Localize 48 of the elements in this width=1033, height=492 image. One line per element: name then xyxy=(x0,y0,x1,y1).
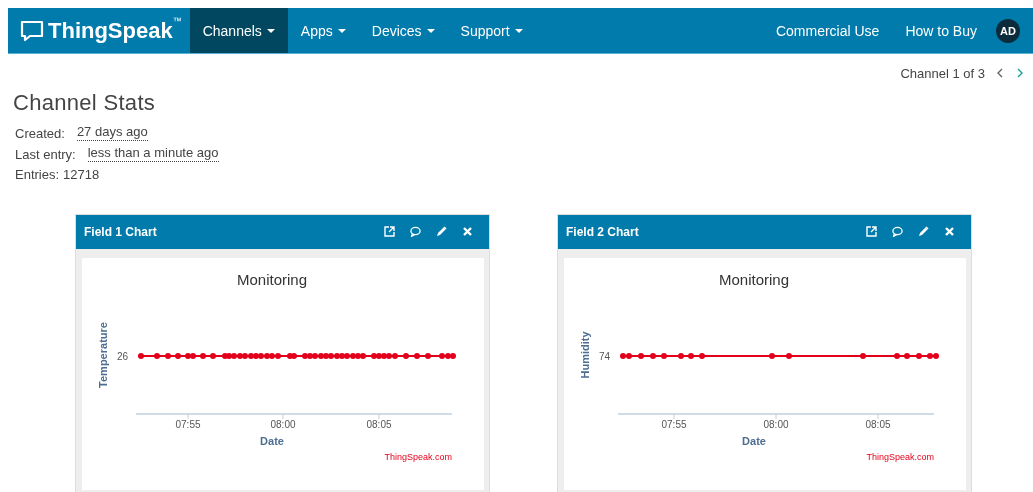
x-tick-label: 08:00 xyxy=(763,418,789,430)
nav-menu[interactable]: Apps xyxy=(287,8,359,53)
external-link-icon[interactable] xyxy=(866,226,877,237)
user-avatar[interactable]: AD xyxy=(996,18,1020,43)
nav-link[interactable]: Commercial Use xyxy=(762,8,893,53)
pencil-icon[interactable] xyxy=(918,226,929,237)
y-value-label: 26 xyxy=(116,350,128,362)
chart-credit: ThingSpeak.com xyxy=(866,451,934,462)
nav-menu[interactable]: Support xyxy=(447,8,536,53)
x-tick-label: 07:55 xyxy=(661,418,687,430)
brand-logo[interactable]: ThingSpeak$^{™}$ xyxy=(48,17,182,44)
nav-link[interactable]: How to Buy xyxy=(892,8,990,53)
external-link-icon[interactable] xyxy=(384,226,395,237)
y-value-label: 74 xyxy=(598,350,610,362)
caret-icon xyxy=(514,28,523,33)
close-icon[interactable] xyxy=(944,226,955,237)
x-axis-label: Date xyxy=(260,434,284,447)
pencil-icon[interactable] xyxy=(436,226,447,237)
stat-label: Last entry: xyxy=(15,145,76,164)
nav-menu[interactable]: Channels xyxy=(189,8,288,53)
y-axis-label: Humidity xyxy=(579,330,591,379)
stat-label: Created: xyxy=(15,125,65,143)
stat-label: Entries: xyxy=(15,166,60,184)
comment-icon[interactable] xyxy=(892,226,903,237)
caret-icon xyxy=(426,28,435,33)
stat-value: 12718 xyxy=(63,166,100,184)
x-tick-label: 08:05 xyxy=(865,418,891,430)
chart-credit: ThingSpeak.com xyxy=(384,451,452,462)
stat-value: 27 days ago xyxy=(76,124,148,141)
comment-icon[interactable] xyxy=(410,226,421,237)
channel-counter: Channel 1 of 3 xyxy=(900,65,985,81)
caret-icon xyxy=(337,28,346,33)
x-axis-label: Date xyxy=(742,434,766,447)
chevron-right-icon[interactable] xyxy=(1015,67,1025,79)
caret-icon xyxy=(266,28,275,33)
x-tick-label: 08:00 xyxy=(270,418,296,430)
chart-title: Monitoring xyxy=(719,270,789,288)
y-axis-label: Temperature xyxy=(97,321,109,388)
close-icon[interactable] xyxy=(462,226,473,237)
x-tick-label: 07:55 xyxy=(175,418,201,430)
stat-value: less than a minute ago xyxy=(87,144,219,162)
nav-menu[interactable]: Devices xyxy=(358,8,448,53)
card-title: Field 2 Chart xyxy=(566,224,640,239)
chart-title: Monitoring xyxy=(237,270,307,288)
card-title: Field 1 Chart xyxy=(84,224,158,239)
speech-bubble-icon[interactable] xyxy=(20,18,44,43)
x-tick-label: 08:05 xyxy=(366,418,392,430)
page-title: Channel Stats xyxy=(13,90,157,116)
